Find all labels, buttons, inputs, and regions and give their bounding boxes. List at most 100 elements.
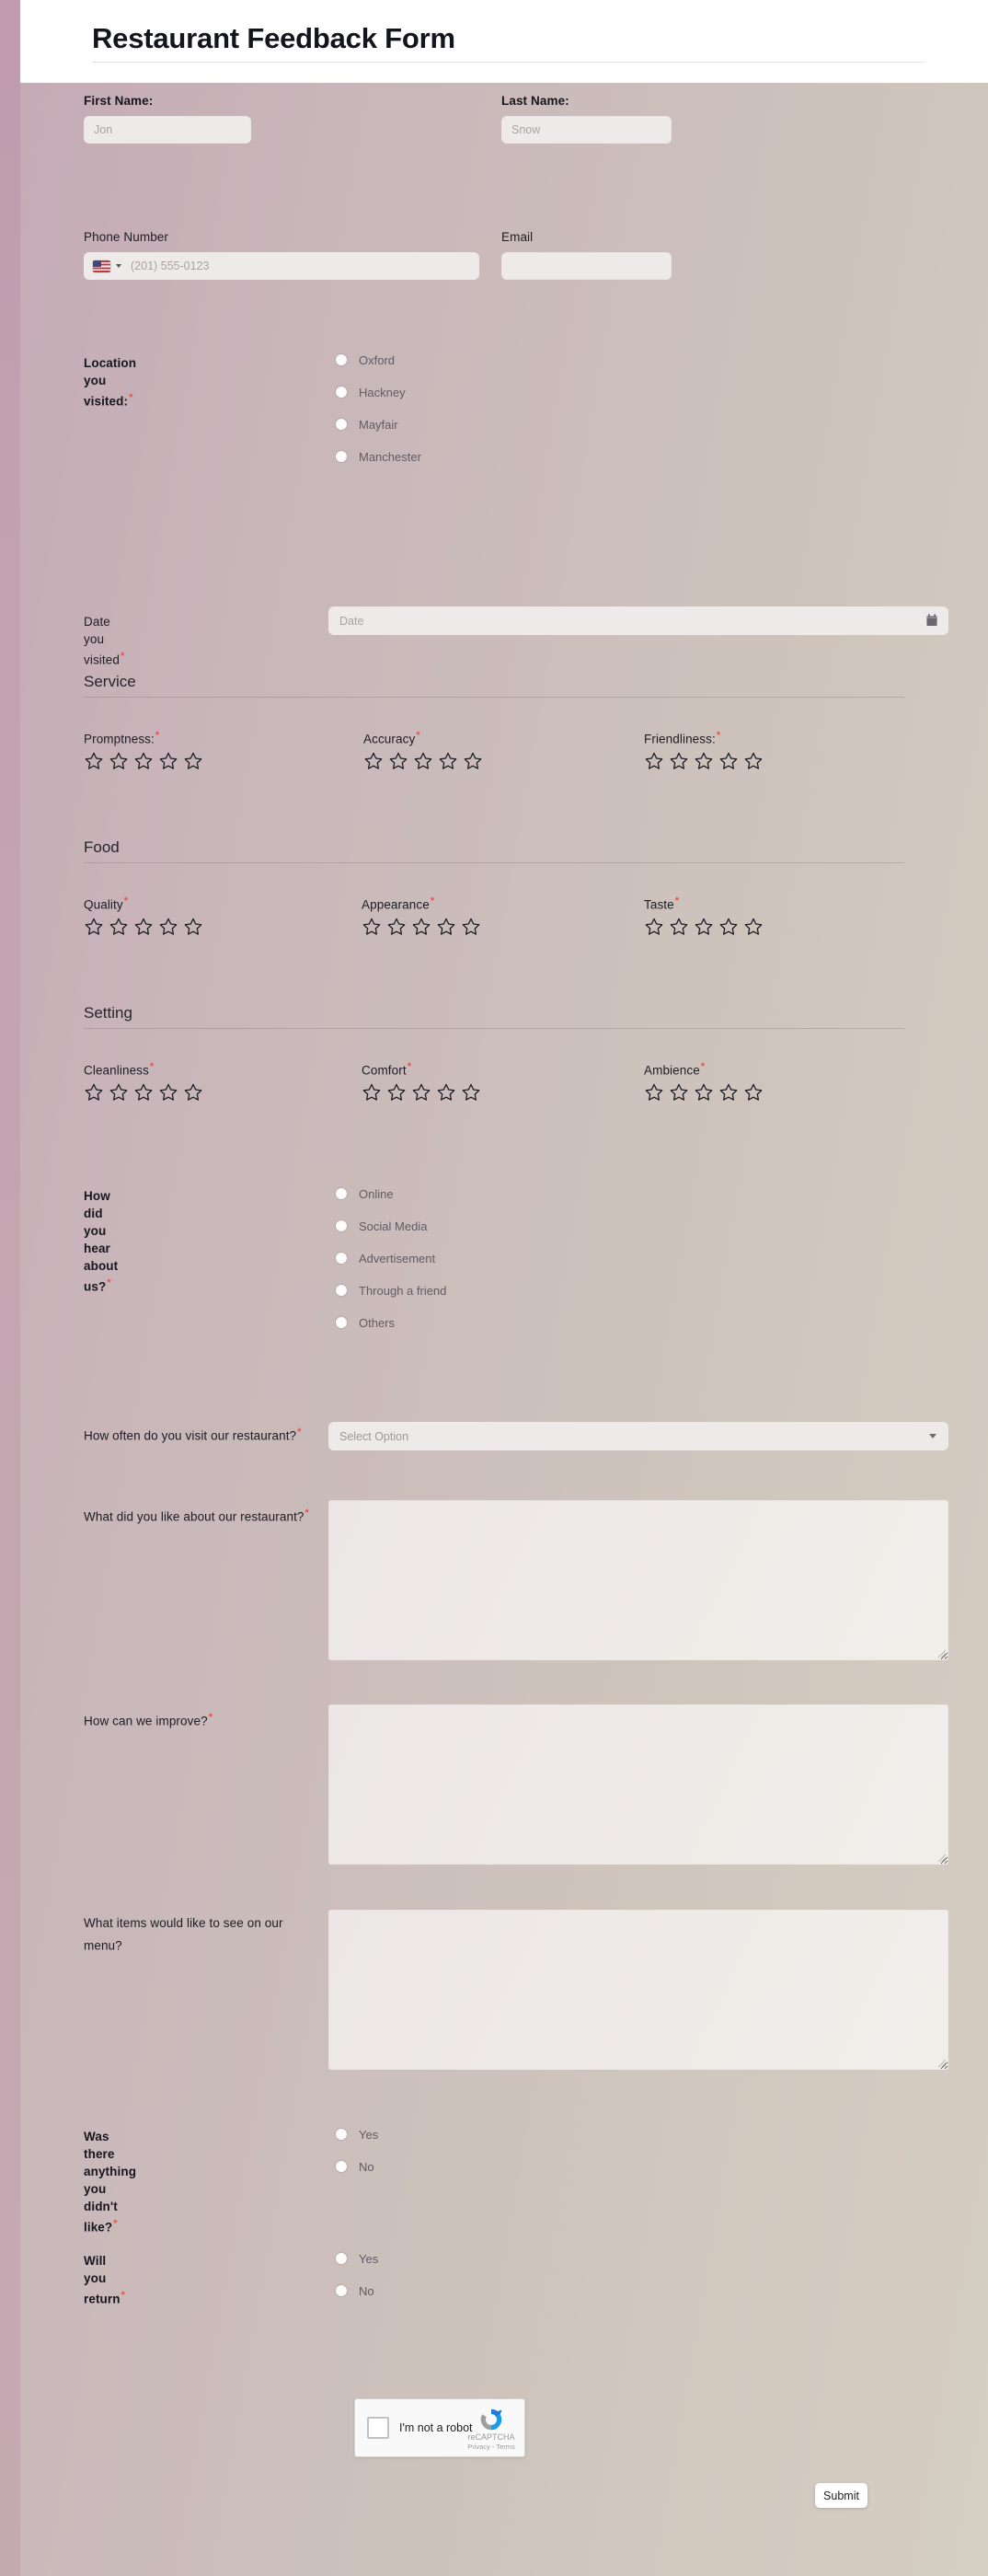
star-icon[interactable] bbox=[158, 751, 178, 771]
radio-option-through-a-friend[interactable]: Through a friend bbox=[336, 1281, 446, 1300]
star-icon[interactable] bbox=[743, 751, 764, 771]
phone-input-group[interactable]: (201) 555-0123 bbox=[84, 252, 479, 280]
radio-option-disliked-yes[interactable]: Yes bbox=[336, 2125, 378, 2143]
first-name-input[interactable] bbox=[84, 116, 251, 144]
star-icon[interactable] bbox=[694, 917, 714, 937]
star-icon[interactable] bbox=[362, 917, 382, 937]
radio-option-manchester[interactable]: Manchester bbox=[336, 447, 421, 466]
calendar-icon[interactable] bbox=[926, 614, 937, 627]
star-icon[interactable] bbox=[438, 751, 458, 771]
star-icon[interactable] bbox=[183, 917, 203, 937]
rating-stars-promptness[interactable] bbox=[84, 751, 203, 771]
rating-stars-accuracy[interactable] bbox=[363, 751, 483, 771]
submit-button[interactable]: Submit bbox=[815, 2483, 867, 2508]
star-icon[interactable] bbox=[109, 751, 129, 771]
star-icon[interactable] bbox=[669, 1082, 689, 1103]
star-icon[interactable] bbox=[109, 917, 129, 937]
recaptcha-widget[interactable]: I'm not a robot reCAPTCHA Privacy - Term… bbox=[354, 2398, 525, 2457]
star-icon[interactable] bbox=[743, 1082, 764, 1103]
radio-option-return-yes[interactable]: Yes bbox=[336, 2249, 378, 2268]
star-icon[interactable] bbox=[183, 1082, 203, 1103]
star-icon[interactable] bbox=[411, 1082, 431, 1103]
star-icon[interactable] bbox=[411, 917, 431, 937]
star-icon[interactable] bbox=[388, 751, 408, 771]
star-icon[interactable] bbox=[386, 917, 407, 937]
radio-option-online[interactable]: Online bbox=[336, 1184, 446, 1203]
radio-option-return-no[interactable]: No bbox=[336, 2281, 378, 2300]
star-icon[interactable] bbox=[158, 917, 178, 937]
star-icon[interactable] bbox=[718, 917, 739, 937]
star-icon[interactable] bbox=[461, 1082, 481, 1103]
rating-stars-appearance[interactable] bbox=[362, 917, 481, 937]
email-input[interactable] bbox=[501, 252, 672, 280]
radio-option-mayfair[interactable]: Mayfair bbox=[336, 415, 421, 433]
radio-icon[interactable] bbox=[336, 2161, 347, 2172]
star-icon[interactable] bbox=[133, 1082, 154, 1103]
star-icon[interactable] bbox=[84, 1082, 104, 1103]
star-icon[interactable] bbox=[133, 751, 154, 771]
star-icon[interactable] bbox=[644, 1082, 664, 1103]
radio-option-advertisement[interactable]: Advertisement bbox=[336, 1249, 446, 1267]
star-icon[interactable] bbox=[413, 751, 433, 771]
radio-option-disliked-no[interactable]: No bbox=[336, 2157, 378, 2176]
star-icon[interactable] bbox=[743, 917, 764, 937]
star-icon[interactable] bbox=[463, 751, 483, 771]
star-icon[interactable] bbox=[109, 1082, 129, 1103]
radio-option-social-media[interactable]: Social Media bbox=[336, 1217, 446, 1235]
date-input[interactable]: Date bbox=[328, 606, 948, 635]
rating-label-quality: Quality* bbox=[84, 895, 129, 912]
star-icon[interactable] bbox=[644, 751, 664, 771]
last-name-label: Last Name: bbox=[501, 94, 569, 108]
radio-icon[interactable] bbox=[336, 387, 347, 398]
radio-icon[interactable] bbox=[336, 354, 347, 365]
star-icon[interactable] bbox=[386, 1082, 407, 1103]
improve-textarea[interactable] bbox=[328, 1704, 948, 1865]
star-icon[interactable] bbox=[362, 1082, 382, 1103]
star-icon[interactable] bbox=[84, 917, 104, 937]
star-icon[interactable] bbox=[436, 917, 456, 937]
rating-stars-friendliness[interactable] bbox=[644, 751, 764, 771]
recaptcha-links[interactable]: Privacy - Terms bbox=[466, 2443, 516, 2452]
radio-icon[interactable] bbox=[336, 451, 347, 462]
rating-stars-ambience[interactable] bbox=[644, 1082, 764, 1103]
chevron-down-icon[interactable] bbox=[116, 264, 121, 268]
radio-icon[interactable] bbox=[336, 1285, 347, 1296]
menu-items-textarea[interactable] bbox=[328, 1910, 948, 2070]
star-icon[interactable] bbox=[694, 1082, 714, 1103]
star-icon[interactable] bbox=[84, 751, 104, 771]
star-icon[interactable] bbox=[133, 917, 154, 937]
rating-stars-taste[interactable] bbox=[644, 917, 764, 937]
radio-option-hackney[interactable]: Hackney bbox=[336, 383, 421, 401]
recaptcha-branding: reCAPTCHA Privacy - Terms bbox=[466, 2406, 516, 2452]
star-icon[interactable] bbox=[644, 917, 664, 937]
star-icon[interactable] bbox=[158, 1082, 178, 1103]
liked-textarea[interactable] bbox=[328, 1500, 948, 1660]
radio-icon[interactable] bbox=[336, 2285, 347, 2296]
recaptcha-checkbox[interactable] bbox=[367, 2417, 389, 2439]
radio-icon[interactable] bbox=[336, 1317, 347, 1328]
rating-stars-cleanliness[interactable] bbox=[84, 1082, 203, 1103]
recaptcha-brand-name: reCAPTCHA bbox=[467, 2432, 515, 2442]
radio-icon[interactable] bbox=[336, 2129, 347, 2140]
rating-stars-quality[interactable] bbox=[84, 917, 203, 937]
radio-option-oxford[interactable]: Oxford bbox=[336, 351, 421, 369]
star-icon[interactable] bbox=[436, 1082, 456, 1103]
radio-icon[interactable] bbox=[336, 2253, 347, 2264]
chevron-down-icon[interactable] bbox=[929, 1434, 936, 1438]
star-icon[interactable] bbox=[694, 751, 714, 771]
star-icon[interactable] bbox=[669, 917, 689, 937]
radio-icon[interactable] bbox=[336, 1188, 347, 1199]
star-icon[interactable] bbox=[461, 917, 481, 937]
star-icon[interactable] bbox=[183, 751, 203, 771]
radio-icon[interactable] bbox=[336, 1220, 347, 1231]
visit-frequency-select[interactable]: Select Option bbox=[328, 1422, 948, 1450]
rating-stars-comfort[interactable] bbox=[362, 1082, 481, 1103]
star-icon[interactable] bbox=[669, 751, 689, 771]
star-icon[interactable] bbox=[718, 1082, 739, 1103]
last-name-input[interactable] bbox=[501, 116, 672, 144]
radio-icon[interactable] bbox=[336, 419, 347, 430]
radio-option-others[interactable]: Others bbox=[336, 1313, 446, 1332]
star-icon[interactable] bbox=[363, 751, 384, 771]
radio-icon[interactable] bbox=[336, 1253, 347, 1264]
star-icon[interactable] bbox=[718, 751, 739, 771]
